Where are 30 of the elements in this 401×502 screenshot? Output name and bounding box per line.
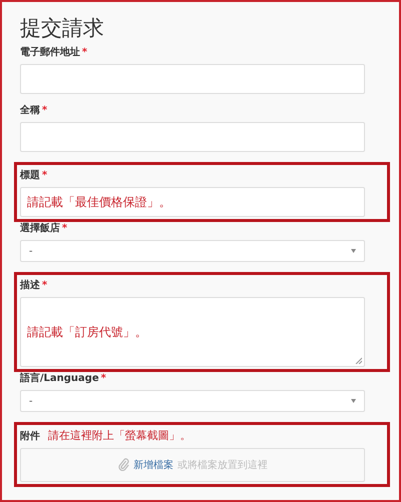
required-mark: * <box>42 169 48 183</box>
paperclip-icon <box>118 458 130 472</box>
input-field[interactable] <box>20 64 365 94</box>
field-label: 電子郵件地址 <box>20 46 80 60</box>
resize-handle-icon <box>355 357 362 364</box>
page-title: 提交請求 <box>20 15 105 42</box>
field-label: 附件 <box>20 430 40 444</box>
annotation-text: 請在這裡附上「螢幕截圖」。 <box>48 429 191 443</box>
required-mark: * <box>62 222 68 236</box>
input-field[interactable]: 請記載「最佳價格保證」。 <box>20 187 365 217</box>
caret-icon <box>351 249 356 253</box>
required-mark: * <box>42 279 48 293</box>
select-field[interactable]: - <box>20 390 365 412</box>
field-label: 選擇飯店 <box>20 222 60 236</box>
drop-hint: 或將檔案放置到這裡 <box>178 458 268 472</box>
required-mark: * <box>82 46 88 60</box>
caret-icon <box>351 399 356 403</box>
field-label: 標題 <box>20 169 40 183</box>
field-label: 描述 <box>20 279 40 293</box>
select-value: - <box>29 394 33 408</box>
required-mark: * <box>100 372 106 386</box>
input-field[interactable] <box>20 122 365 152</box>
field-label: 語言/Language <box>20 372 99 386</box>
field-label: 全稱 <box>20 104 40 118</box>
textarea-value: 請記載「訂房代號」。 <box>27 324 147 341</box>
add-file-link[interactable]: 新增檔案 <box>134 458 174 472</box>
select-value: - <box>29 244 33 258</box>
required-mark: * <box>42 104 48 118</box>
textarea-field[interactable]: 請記載「訂房代號」。 <box>20 297 365 367</box>
select-field[interactable]: - <box>20 240 365 262</box>
